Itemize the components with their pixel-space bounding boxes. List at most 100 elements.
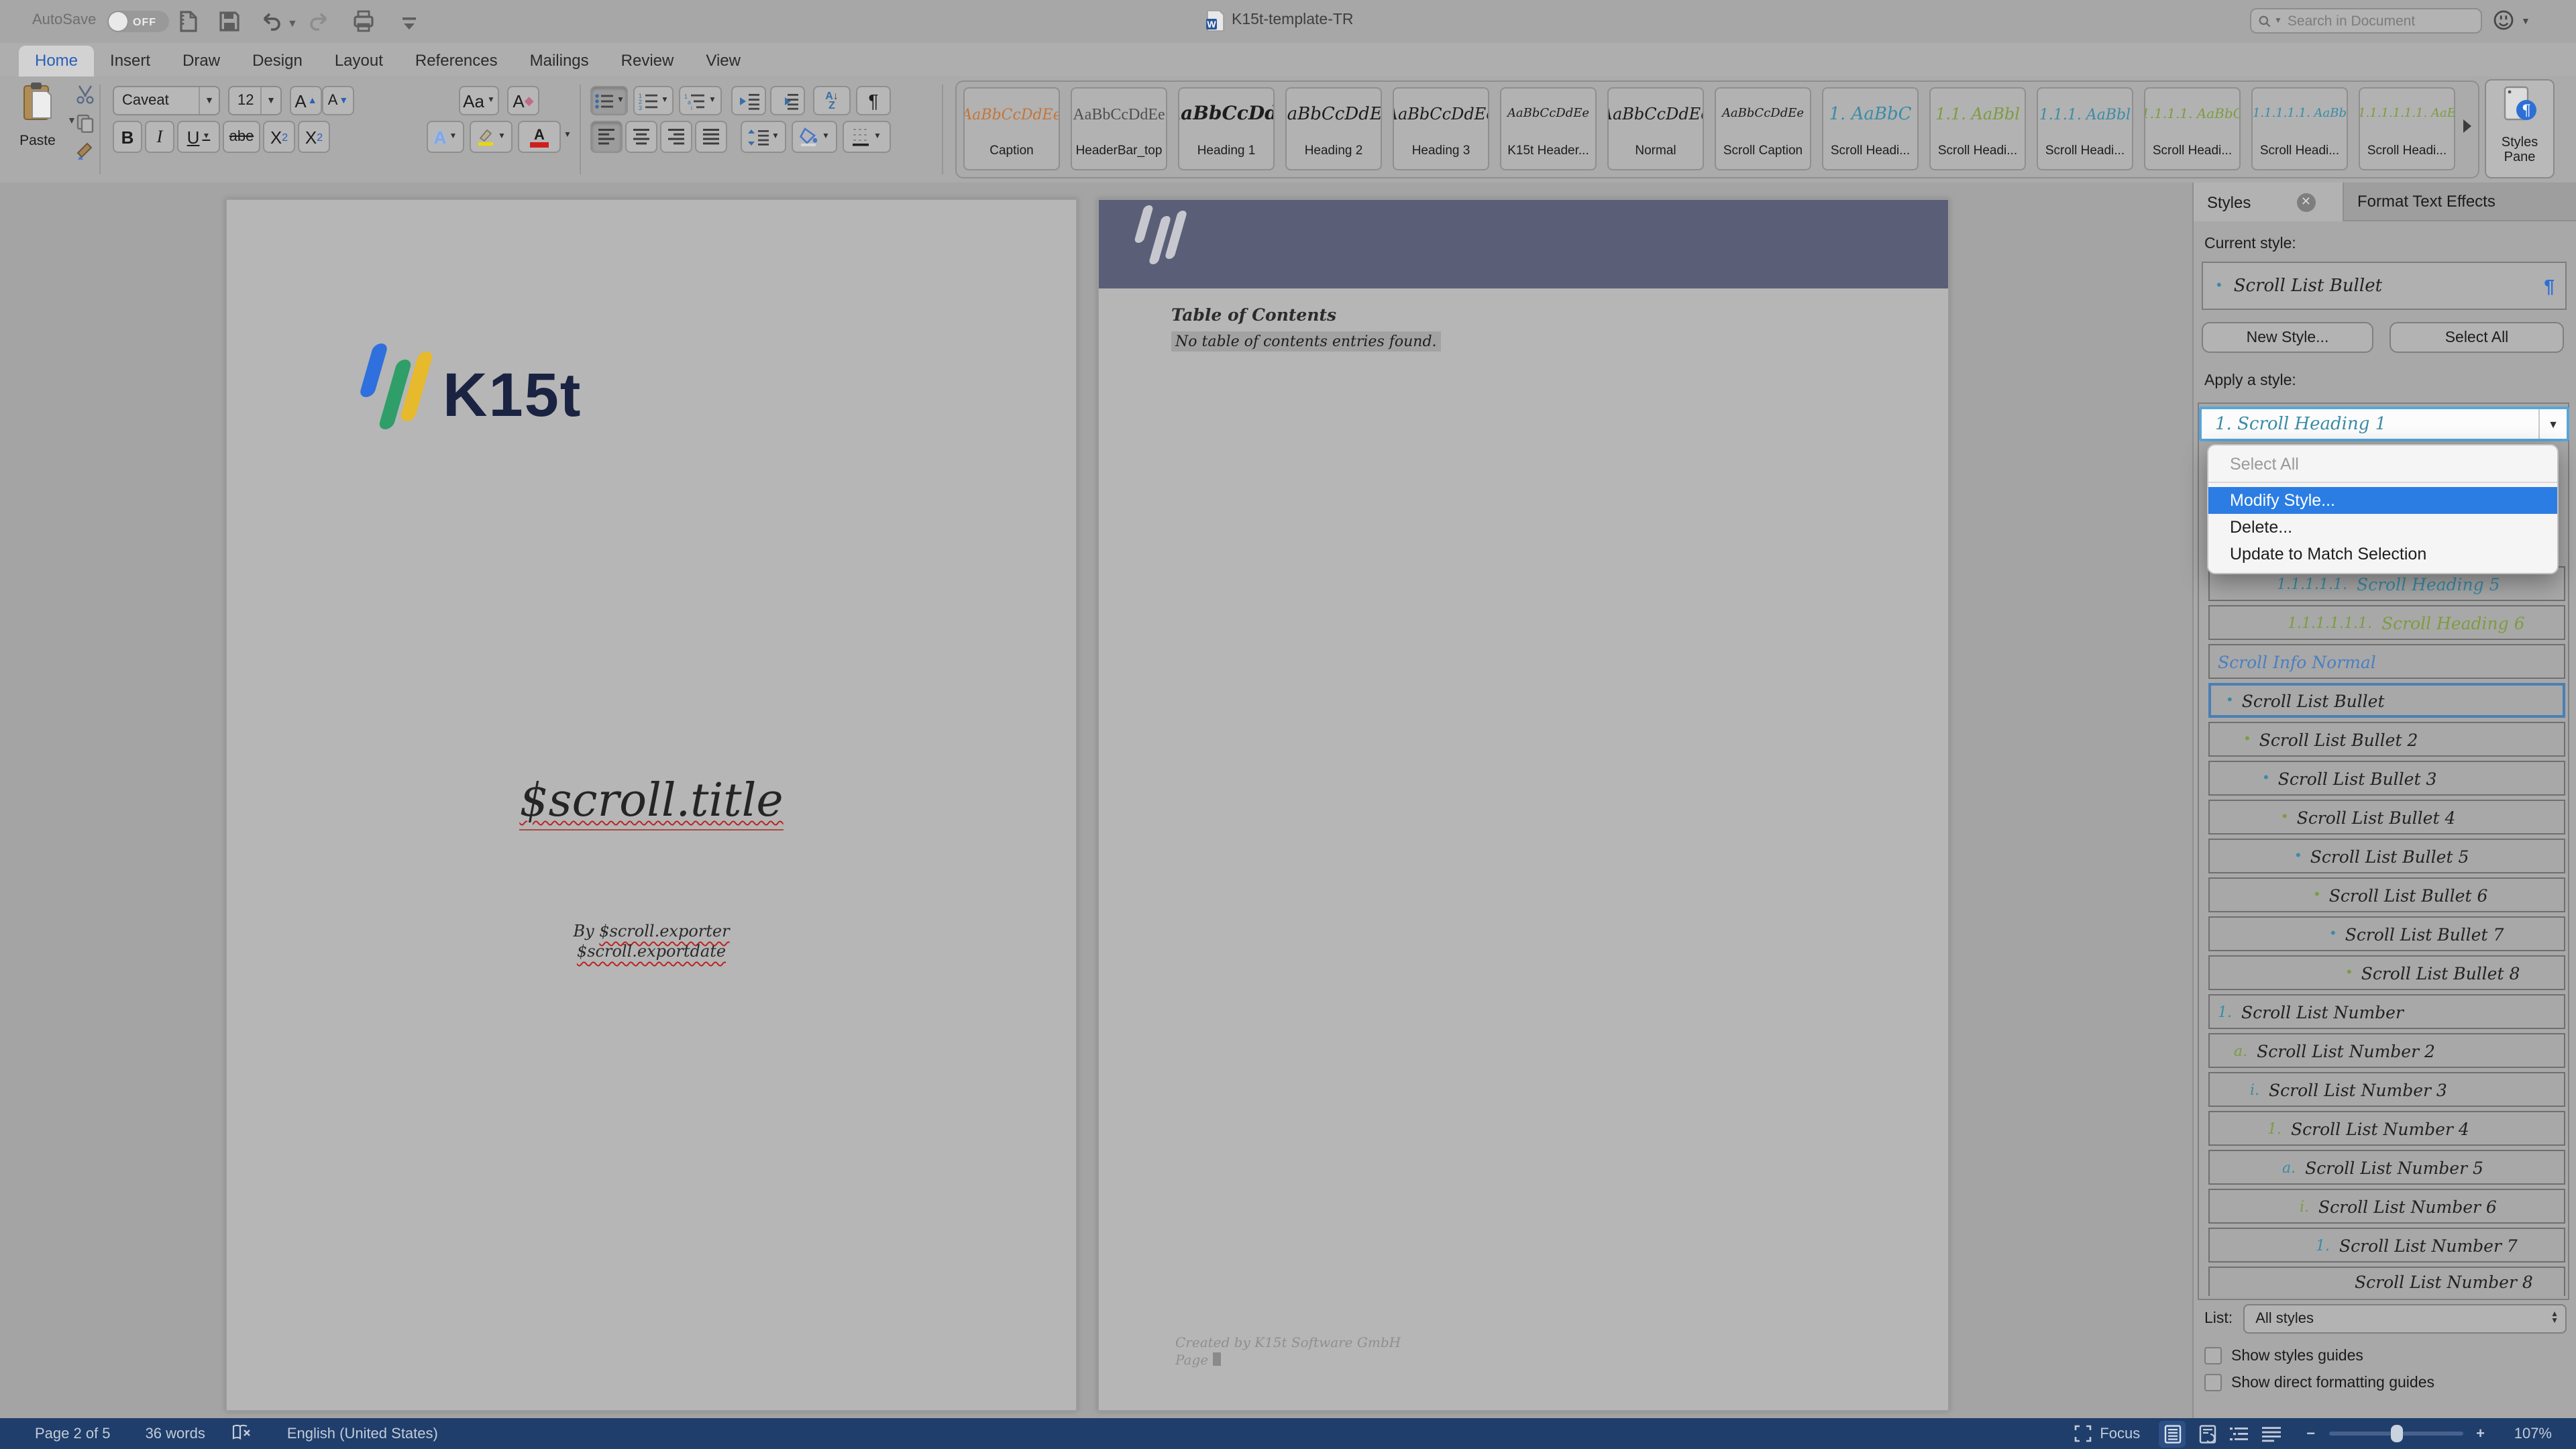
new-document-icon[interactable] [176, 9, 200, 34]
font-size-combo[interactable]: 12 ▼ [228, 86, 282, 115]
menu-item-update-to-match[interactable]: Update to Match Selection [2208, 541, 2557, 568]
style-row-scroll-list-bullet-3[interactable]: •Scroll List Bullet 3 [2208, 761, 2565, 796]
web-layout-view-icon[interactable] [2196, 1423, 2218, 1444]
save-icon[interactable] [217, 9, 241, 34]
close-pane-icon[interactable]: ✕ [2296, 193, 2315, 211]
style-row-scroll-list-number-7[interactable]: 1.Scroll List Number 7 [2208, 1228, 2565, 1263]
superscript-button[interactable]: X2 [298, 121, 330, 153]
line-spacing-button[interactable]: ▼ [741, 121, 786, 153]
zoom-out-button[interactable]: − [2306, 1426, 2315, 1442]
current-style-box[interactable]: • Scroll List Bullet ¶ [2202, 262, 2567, 310]
show-direct-formatting-checkbox[interactable] [2204, 1374, 2222, 1391]
style-row-scroll-list-number-3[interactable]: i.Scroll List Number 3 [2208, 1072, 2565, 1107]
style-row-scroll-list-bullet[interactable]: •Scroll List Bullet [2208, 683, 2565, 718]
decrease-indent-button[interactable] [731, 86, 766, 115]
language-indicator[interactable]: English (United States) [287, 1426, 438, 1442]
feedback-smiley-icon[interactable] [2493, 9, 2514, 31]
undo-dropdown-caret[interactable]: ▼ [287, 17, 298, 30]
print-layout-view-icon[interactable] [2159, 1420, 2186, 1447]
font-color-caret[interactable]: ▼ [564, 131, 572, 140]
style-tile-scroll-heading1[interactable]: 1. AaBbC Scroll Headi... [1822, 87, 1919, 170]
text-effects-button[interactable]: A▼ [427, 121, 464, 153]
zoom-slider-thumb[interactable] [2390, 1425, 2402, 1442]
sidebar-tab-styles[interactable]: Styles ✕ [2194, 182, 2344, 221]
customize-toolbar-icon[interactable] [397, 12, 421, 36]
apply-style-combo[interactable]: 1. Scroll Heading 1 ▼ [2199, 407, 2569, 441]
numbering-button[interactable]: 123 ▼ [633, 86, 674, 115]
tab-layout[interactable]: Layout [319, 46, 399, 76]
styles-pane-button[interactable]: ¶ StylesPane [2485, 79, 2555, 178]
style-row-scroll-list-number-2[interactable]: a.Scroll List Number 2 [2208, 1033, 2565, 1068]
style-tile-k15t-header[interactable]: AaBbCcDdEe K15t Header... [1500, 87, 1597, 170]
word-count[interactable]: 36 words [146, 1426, 205, 1442]
autosave-toggle[interactable]: OFF [107, 11, 169, 32]
borders-button[interactable]: ▼ [843, 121, 891, 153]
font-name-caret[interactable]: ▼ [199, 87, 219, 114]
style-row-scroll-list-bullet-5[interactable]: •Scroll List Bullet 5 [2208, 839, 2565, 873]
increase-indent-button[interactable] [770, 86, 805, 115]
tab-mailings[interactable]: Mailings [514, 46, 605, 76]
style-tile-heading1[interactable]: AaBbCcDdt Heading 1 [1178, 87, 1275, 170]
tab-view[interactable]: View [690, 46, 757, 76]
style-tile-caption[interactable]: AaBbCcDdEe Caption [963, 87, 1060, 170]
sidebar-tab-format-text-effects[interactable]: Format Text Effects [2344, 182, 2576, 221]
style-row-scroll-list-bullet-4[interactable]: •Scroll List Bullet 4 [2208, 800, 2565, 835]
copy-icon[interactable] [75, 113, 95, 133]
style-row-scroll-list-number-4[interactable]: 1.Scroll List Number 4 [2208, 1111, 2565, 1146]
style-row-scroll-list-bullet-6[interactable]: •Scroll List Bullet 6 [2208, 877, 2565, 912]
search-scope-caret[interactable]: ▼ [2274, 17, 2282, 25]
style-row-scroll-list-bullet-8[interactable]: •Scroll List Bullet 8 [2208, 955, 2565, 990]
style-tile-scroll-heading5[interactable]: 1.1.1.1.1. AaBb Scroll Headi... [2251, 87, 2348, 170]
align-center-button[interactable] [625, 121, 657, 153]
align-left-button[interactable] [590, 121, 623, 153]
shading-button[interactable]: ▼ [792, 121, 837, 153]
font-size-caret[interactable]: ▼ [260, 87, 280, 114]
style-tile-heading2[interactable]: AaBbCcDdEe Heading 2 [1285, 87, 1382, 170]
document-page-1[interactable]: K15t $scroll.title By $scroll.exporter $… [225, 199, 1077, 1411]
grow-font-button[interactable]: A▲ [290, 86, 322, 115]
style-row-scroll-list-number-8[interactable]: Scroll List Number 8 [2208, 1267, 2565, 1296]
tab-review[interactable]: Review [605, 46, 690, 76]
tab-home[interactable]: Home [19, 46, 94, 76]
document-page-2[interactable]: Table of Contents No table of contents e… [1097, 199, 1949, 1411]
underline-button[interactable]: U▼ [177, 121, 220, 153]
select-all-button[interactable]: Select All [2390, 322, 2564, 353]
font-color-button[interactable]: A [518, 121, 561, 153]
apply-style-caret[interactable]: ▼ [2538, 409, 2567, 439]
highlight-button[interactable]: ▼ [470, 121, 513, 153]
bullets-button[interactable]: ▼ [590, 86, 628, 115]
style-row-scroll-list-number-5[interactable]: a.Scroll List Number 5 [2208, 1150, 2565, 1185]
format-painter-icon[interactable] [75, 141, 95, 161]
style-row-scroll-list-bullet-2[interactable]: •Scroll List Bullet 2 [2208, 722, 2565, 757]
zoom-percentage[interactable]: 107% [2498, 1426, 2552, 1442]
menu-item-modify-style[interactable]: Modify Style... [2208, 487, 2557, 514]
style-tile-scroll-heading4[interactable]: 1.1.1.1. AaBbC Scroll Headi... [2144, 87, 2241, 170]
subscript-button[interactable]: X2 [263, 121, 295, 153]
show-styles-guides-checkbox[interactable] [2204, 1347, 2222, 1364]
print-icon[interactable] [352, 9, 376, 34]
style-tile-scroll-heading2[interactable]: 1.1. AaBbl Scroll Headi... [1929, 87, 2026, 170]
font-name-combo[interactable]: Caveat ▼ [113, 86, 220, 115]
style-tile-headerbar-top[interactable]: AaBbCcDdEe HeaderBar_top [1071, 87, 1167, 170]
document-canvas[interactable]: K15t $scroll.title By $scroll.exporter $… [0, 182, 2192, 1418]
change-case-button[interactable]: Aa▼ [459, 86, 499, 115]
style-row-scroll-heading-6[interactable]: 1.1.1.1.1.1.Scroll Heading 6 [2208, 605, 2565, 640]
sort-button[interactable]: A↓ Z [813, 86, 851, 115]
tab-references[interactable]: References [399, 46, 514, 76]
tab-insert[interactable]: Insert [94, 46, 166, 76]
new-style-button[interactable]: New Style... [2202, 322, 2373, 353]
paste-button[interactable]: Paste [11, 82, 64, 149]
style-row-scroll-list-bullet-7[interactable]: •Scroll List Bullet 7 [2208, 916, 2565, 951]
italic-button[interactable]: I [145, 121, 174, 153]
gallery-scroll-arrow[interactable] [2463, 119, 2471, 133]
style-row-scroll-list-number-6[interactable]: i.Scroll List Number 6 [2208, 1189, 2565, 1224]
style-tile-scroll-heading6[interactable]: 1.1.1.1.1.1. AaE Scroll Headi... [2359, 87, 2455, 170]
shrink-font-button[interactable]: A▼ [322, 86, 354, 115]
show-marks-button[interactable]: ¶ [856, 86, 891, 115]
style-row-scroll-info-normal[interactable]: Scroll Info Normal [2208, 644, 2565, 679]
bold-button[interactable]: B [113, 121, 142, 153]
list-filter-select[interactable]: All styles ▲▼ [2243, 1304, 2567, 1334]
zoom-in-button[interactable]: + [2476, 1426, 2485, 1442]
style-row-scroll-list-number[interactable]: 1.Scroll List Number [2208, 994, 2565, 1029]
cut-icon[interactable] [75, 85, 95, 105]
